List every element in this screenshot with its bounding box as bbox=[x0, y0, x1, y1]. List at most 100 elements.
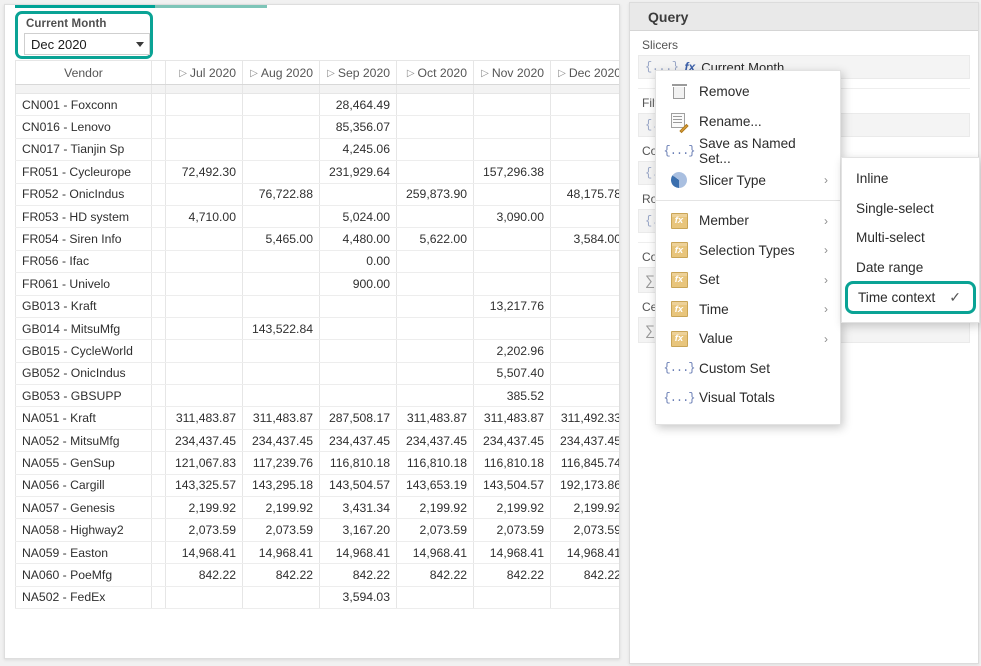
value-cell[interactable]: 116,845.74 bbox=[550, 451, 619, 475]
value-cell[interactable]: 234,437.45 bbox=[550, 429, 619, 453]
value-cell[interactable] bbox=[396, 339, 474, 363]
value-cell[interactable]: 116,810.18 bbox=[319, 451, 397, 475]
context-menu-item[interactable]: fx Value › bbox=[656, 324, 840, 354]
value-cell[interactable]: 28,464.49 bbox=[319, 93, 397, 117]
value-cell[interactable] bbox=[473, 227, 551, 251]
value-cell[interactable]: 259,873.90 bbox=[396, 183, 474, 206]
value-cell[interactable]: 5,622.00 bbox=[396, 227, 474, 251]
value-cell[interactable]: 2,073.59 bbox=[165, 518, 243, 542]
context-menu-item[interactable]: fx Time › bbox=[656, 295, 840, 325]
value-cell[interactable] bbox=[242, 205, 320, 229]
value-cell[interactable]: 231,929.64 bbox=[319, 160, 397, 184]
value-cell[interactable] bbox=[396, 115, 474, 139]
value-cell[interactable]: 121,067.83 bbox=[165, 451, 243, 475]
value-cell[interactable]: 311,483.87 bbox=[242, 406, 320, 430]
value-cell[interactable] bbox=[165, 115, 243, 139]
context-menu-item[interactable]: {...} Visual Totals bbox=[656, 383, 840, 413]
value-cell[interactable]: 143,504.57 bbox=[473, 474, 551, 498]
value-cell[interactable]: 76,722.88 bbox=[242, 183, 320, 206]
value-cell[interactable]: 14,968.41 bbox=[473, 541, 551, 565]
table-row[interactable]: FR054 - Siren Info 5,465.00 4,480.00 5,622.… bbox=[15, 227, 619, 251]
table-row[interactable]: NA059 - Easton 14,968.41 14,968.41 14,968.4… bbox=[15, 541, 619, 565]
value-cell[interactable] bbox=[550, 138, 619, 162]
value-cell[interactable]: 5,465.00 bbox=[242, 227, 320, 251]
value-cell[interactable] bbox=[550, 586, 619, 609]
value-cell[interactable]: 4,480.00 bbox=[319, 227, 397, 251]
value-cell[interactable] bbox=[396, 160, 474, 184]
value-cell[interactable]: 3,167.20 bbox=[319, 518, 397, 542]
value-cell[interactable]: 4,710.00 bbox=[165, 205, 243, 229]
vendor-cell[interactable]: NA060 - PoeMfg bbox=[15, 563, 152, 587]
vendor-cell[interactable]: NA502 - FedEx bbox=[15, 586, 152, 609]
value-cell[interactable]: 311,483.87 bbox=[165, 406, 243, 430]
value-cell[interactable] bbox=[473, 586, 551, 609]
value-cell[interactable]: 3,431.34 bbox=[319, 496, 397, 520]
value-cell[interactable] bbox=[473, 317, 551, 341]
value-cell[interactable]: 2,199.92 bbox=[396, 496, 474, 520]
value-cell[interactable] bbox=[473, 93, 551, 117]
value-cell[interactable]: 116,810.18 bbox=[473, 451, 551, 475]
table-row[interactable]: FR053 - HD system 4,710.00 5,024.00 3,090.0… bbox=[15, 205, 619, 229]
value-cell[interactable]: 842.22 bbox=[319, 563, 397, 587]
chevron-right-icon[interactable]: › bbox=[824, 332, 828, 346]
value-cell[interactable] bbox=[165, 384, 243, 408]
context-menu-item[interactable]: {...} Custom Set bbox=[656, 354, 840, 384]
table-row[interactable]: NA057 - Genesis 2,199.92 2,199.92 3,431.34 2… bbox=[15, 496, 619, 520]
value-cell[interactable]: 2,073.59 bbox=[242, 518, 320, 542]
value-cell[interactable] bbox=[319, 362, 397, 386]
vendor-cell[interactable]: CN001 - Foxconn bbox=[15, 93, 152, 117]
vendor-cell[interactable]: GB052 - OnicIndus bbox=[15, 362, 152, 386]
value-cell[interactable] bbox=[165, 586, 243, 609]
value-cell[interactable]: 2,073.59 bbox=[550, 518, 619, 542]
value-cell[interactable]: 842.22 bbox=[550, 563, 619, 587]
value-cell[interactable] bbox=[165, 227, 243, 251]
value-cell[interactable] bbox=[165, 362, 243, 386]
value-cell[interactable] bbox=[319, 295, 397, 318]
table-row[interactable]: GB052 - OnicIndus 5,507.40 bbox=[15, 362, 619, 386]
value-cell[interactable]: 14,968.41 bbox=[396, 541, 474, 565]
value-cell[interactable] bbox=[242, 138, 320, 162]
value-cell[interactable]: 234,437.45 bbox=[396, 429, 474, 453]
vendor-cell[interactable]: NA057 - Genesis bbox=[15, 496, 152, 520]
column-header-month[interactable]: ▷ Sep 2020 bbox=[319, 60, 397, 85]
value-cell[interactable]: 311,492.33 bbox=[550, 406, 619, 430]
value-cell[interactable]: 0.00 bbox=[319, 250, 397, 274]
value-cell[interactable] bbox=[165, 138, 243, 162]
value-cell[interactable]: 287,508.17 bbox=[319, 406, 397, 430]
vendor-cell[interactable]: NA052 - MitsuMfg bbox=[15, 429, 152, 453]
value-cell[interactable] bbox=[550, 93, 619, 117]
value-cell[interactable]: 900.00 bbox=[319, 272, 397, 296]
value-cell[interactable] bbox=[473, 250, 551, 274]
value-cell[interactable] bbox=[396, 384, 474, 408]
value-cell[interactable]: 72,492.30 bbox=[165, 160, 243, 184]
value-cell[interactable] bbox=[396, 205, 474, 229]
value-cell[interactable]: 14,968.41 bbox=[242, 541, 320, 565]
column-header-month[interactable]: ▷ Aug 2020 bbox=[242, 60, 320, 85]
value-cell[interactable] bbox=[319, 317, 397, 341]
value-cell[interactable]: 143,504.57 bbox=[319, 474, 397, 498]
value-cell[interactable] bbox=[473, 115, 551, 139]
value-cell[interactable] bbox=[550, 362, 619, 386]
table-row[interactable]: FR052 - OnicIndus 76,722.88 259,873.90 48,1… bbox=[15, 183, 619, 206]
value-cell[interactable] bbox=[319, 384, 397, 408]
value-cell[interactable]: 2,073.59 bbox=[396, 518, 474, 542]
submenu-item[interactable]: Inline bbox=[842, 164, 979, 194]
value-cell[interactable] bbox=[242, 362, 320, 386]
chevron-down-icon[interactable] bbox=[136, 41, 144, 47]
value-cell[interactable] bbox=[242, 295, 320, 318]
value-cell[interactable] bbox=[242, 93, 320, 117]
table-row[interactable]: NA060 - PoeMfg 842.22 842.22 842.22 842.22 84… bbox=[15, 563, 619, 587]
submenu-item[interactable]: Multi-select bbox=[842, 223, 979, 253]
value-cell[interactable] bbox=[550, 272, 619, 296]
vendor-cell[interactable]: GB053 - GBSUPP bbox=[15, 384, 152, 408]
chevron-right-icon[interactable]: › bbox=[824, 214, 828, 228]
value-cell[interactable]: 14,968.41 bbox=[165, 541, 243, 565]
value-cell[interactable]: 2,199.92 bbox=[242, 496, 320, 520]
value-cell[interactable] bbox=[319, 183, 397, 206]
value-cell[interactable] bbox=[473, 183, 551, 206]
value-cell[interactable] bbox=[396, 93, 474, 117]
table-row[interactable]: NA055 - GenSup 121,067.83 117,239.76 116,81… bbox=[15, 451, 619, 475]
value-cell[interactable]: 311,483.87 bbox=[396, 406, 474, 430]
value-cell[interactable] bbox=[242, 586, 320, 609]
value-cell[interactable]: 234,437.45 bbox=[165, 429, 243, 453]
